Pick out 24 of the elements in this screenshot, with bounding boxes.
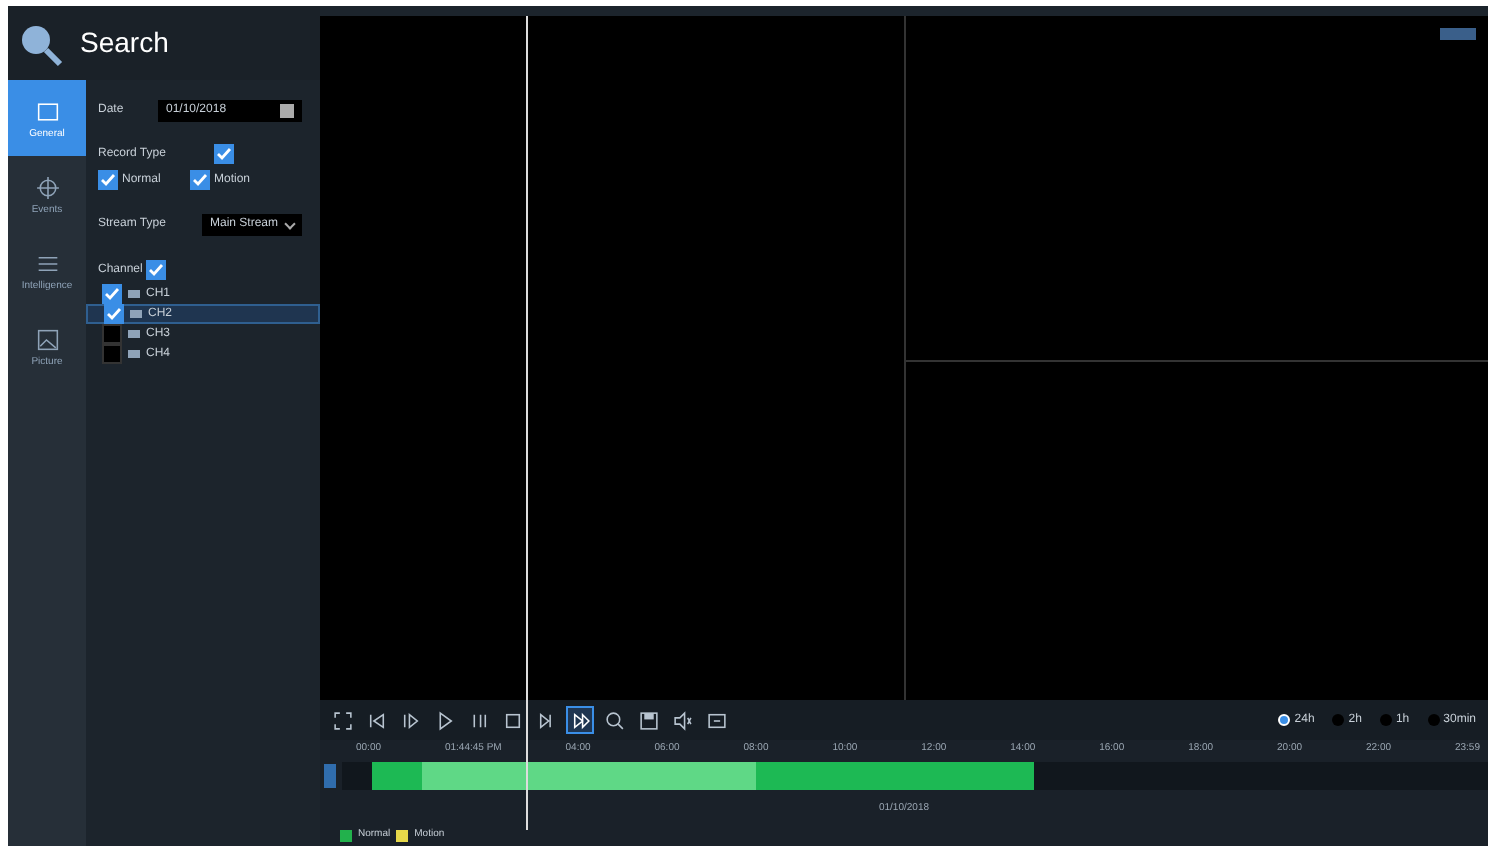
- checkbox[interactable]: [104, 304, 124, 324]
- channel-marker-icon: [324, 764, 336, 788]
- radio-button[interactable]: [1278, 714, 1291, 726]
- checkbox[interactable]: [102, 284, 122, 304]
- fullscreen-icon[interactable]: [328, 706, 356, 734]
- radio-button[interactable]: [1427, 714, 1440, 726]
- checkbox[interactable]: [102, 324, 122, 344]
- crosshair-icon: [33, 173, 61, 201]
- radio-button[interactable]: [1332, 714, 1345, 726]
- checkbox[interactable]: [146, 260, 167, 280]
- page-title: Search: [80, 24, 169, 62]
- checkbox[interactable]: [102, 344, 122, 364]
- checkbox[interactable]: [98, 170, 118, 190]
- image-icon: [33, 325, 61, 353]
- save-icon[interactable]: [634, 706, 662, 734]
- folder-icon: [33, 97, 61, 125]
- checkbox[interactable]: [190, 170, 210, 190]
- checkbox[interactable]: [214, 144, 234, 164]
- calendar-icon: [280, 103, 294, 117]
- stream-indicator-icon: [1440, 28, 1476, 40]
- zoom-icon[interactable]: [600, 706, 628, 734]
- mute-icon[interactable]: [668, 706, 696, 734]
- radio-button[interactable]: [1379, 714, 1392, 726]
- fast-forward-icon[interactable]: [566, 706, 594, 734]
